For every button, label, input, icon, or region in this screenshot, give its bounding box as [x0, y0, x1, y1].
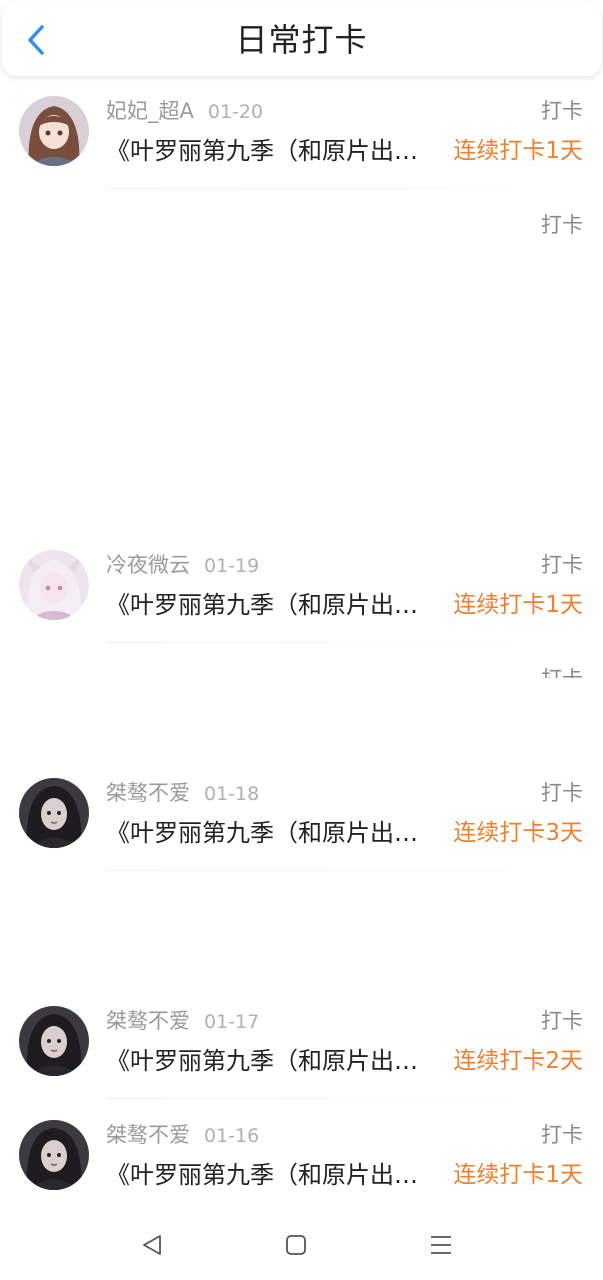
- divider: [106, 642, 506, 643]
- checkin-tag: 打卡: [541, 99, 583, 123]
- checkin-tag: 打卡: [541, 213, 583, 237]
- entry-content[interactable]: 《叶罗丽第九季（和原片出…: [106, 134, 442, 168]
- entry-meta: 桀骜不爱 01-16: [106, 1120, 259, 1150]
- nav-back-button[interactable]: [132, 1228, 172, 1262]
- list-item[interactable]: 冷夜微云 01-19 打卡 《叶罗丽第九季（和原片出… 连续打卡1天: [0, 550, 603, 650]
- avatar[interactable]: [19, 1120, 89, 1190]
- nav-home-button[interactable]: [276, 1228, 316, 1262]
- list-item[interactable]: 桀骜不爱 01-17 打卡 《叶罗丽第九季（和原片出… 连续打卡2天: [0, 1006, 603, 1106]
- chevron-left-icon: [28, 25, 44, 55]
- entry-date: 01-16: [204, 1125, 260, 1147]
- checkin-tag: 打卡: [541, 781, 583, 805]
- entry-content[interactable]: 《叶罗丽第九季（和原片出…: [106, 1158, 442, 1192]
- entry-date: 01-17: [204, 1011, 260, 1033]
- user-name[interactable]: 妃妃_超A: [106, 99, 194, 123]
- entry-content[interactable]: 《叶罗丽第九季（和原片出…: [106, 588, 442, 622]
- entry-content[interactable]: 《叶罗丽第九季（和原片出…: [106, 816, 442, 850]
- back-button[interactable]: [14, 14, 58, 66]
- divider: [106, 870, 506, 871]
- checkin-tag-clip: 打卡: [541, 666, 583, 678]
- checkin-tag: 打卡: [541, 1009, 583, 1033]
- avatar[interactable]: [19, 1006, 89, 1076]
- top-bar: 日常打卡: [2, 2, 601, 76]
- menu-lines-icon: [431, 1236, 451, 1254]
- entry-meta: 桀骜不爱 01-18: [106, 778, 259, 808]
- streak-label: 连续打卡2天: [453, 1048, 583, 1074]
- avatar[interactable]: [19, 778, 89, 848]
- streak-label: 连续打卡3天: [453, 820, 583, 846]
- streak-label: 连续打卡1天: [453, 138, 583, 164]
- checkin-tag: 打卡: [541, 1123, 583, 1147]
- list-item[interactable]: 桀骜不爱 01-16 打卡 《叶罗丽第九季（和原片出… 连续打卡1天: [0, 1120, 603, 1220]
- list-item[interactable]: 桀骜不爱 01-18 打卡 《叶罗丽第九季（和原片出… 连续打卡3天: [0, 778, 603, 878]
- checkin-tag: 打卡: [541, 666, 583, 678]
- entry-date: 01-19: [204, 555, 260, 577]
- page-title: 日常打卡: [235, 21, 368, 59]
- triangle-back-icon: [143, 1235, 161, 1255]
- square-home-icon: [286, 1235, 306, 1255]
- user-name[interactable]: 冷夜微云: [106, 553, 190, 577]
- app-root: 日常打卡 妃妃_超A 01-20 打卡 《叶罗丽第九季（和原片出… 连续打卡1天…: [0, 0, 603, 1280]
- divider: [106, 1098, 506, 1099]
- entry-content[interactable]: 《叶罗丽第九季（和原片出…: [106, 1044, 442, 1078]
- avatar[interactable]: [19, 550, 89, 620]
- avatar[interactable]: [19, 96, 89, 166]
- entry-meta: 妃妃_超A 01-20: [106, 96, 263, 126]
- list-item[interactable]: 妃妃_超A 01-20 打卡 《叶罗丽第九季（和原片出… 连续打卡1天: [0, 96, 603, 196]
- entry-date: 01-20: [207, 101, 264, 123]
- entry-meta: 冷夜微云 01-19: [106, 550, 259, 580]
- entry-meta: 桀骜不爱 01-17: [106, 1006, 259, 1036]
- user-name[interactable]: 桀骜不爱: [106, 1123, 190, 1147]
- divider: [106, 188, 506, 189]
- user-name[interactable]: 桀骜不爱: [106, 781, 190, 805]
- entry-date: 01-18: [204, 783, 260, 805]
- system-nav-bar: [0, 1210, 603, 1280]
- user-name[interactable]: 桀骜不爱: [106, 1009, 190, 1033]
- checkin-tag: 打卡: [541, 553, 583, 577]
- streak-label: 连续打卡1天: [453, 1162, 583, 1188]
- nav-menu-button[interactable]: [421, 1228, 461, 1262]
- streak-label: 连续打卡1天: [453, 592, 583, 618]
